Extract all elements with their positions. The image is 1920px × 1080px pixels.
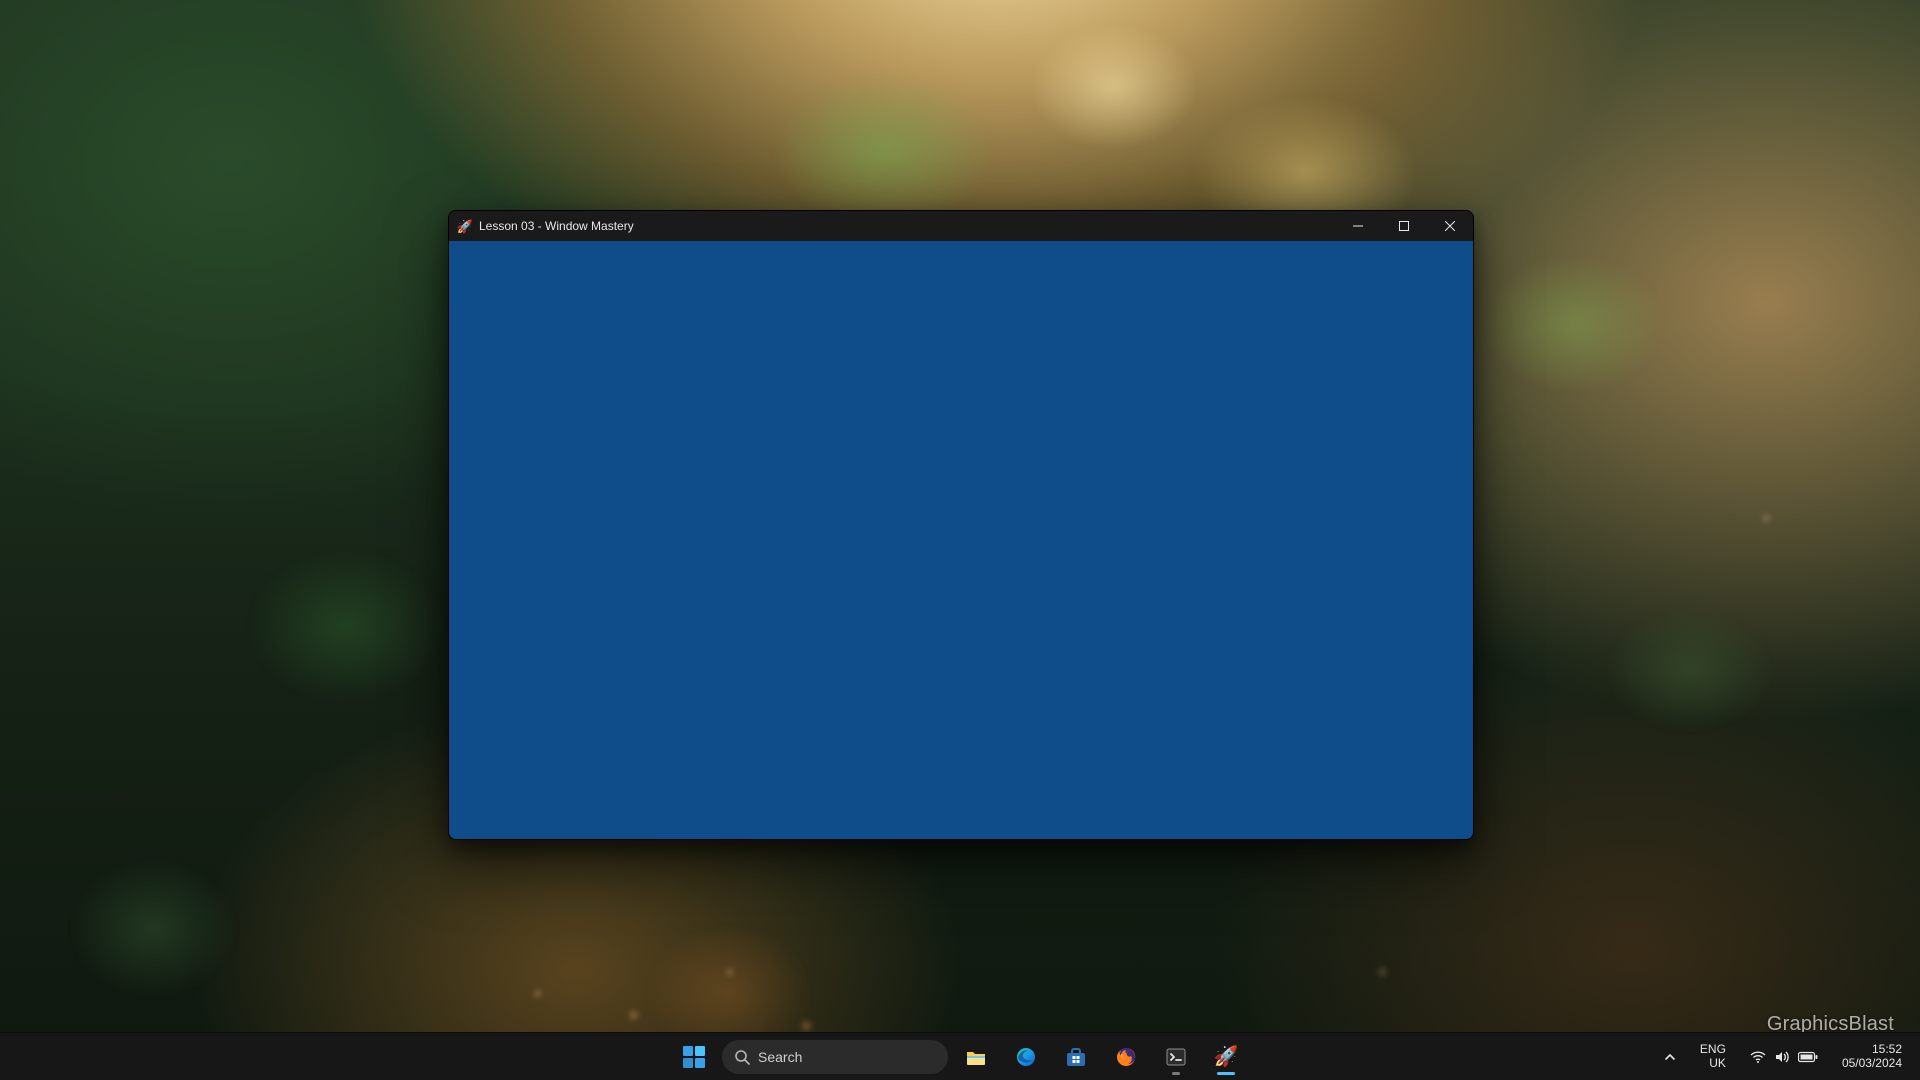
firefox-button[interactable]	[1104, 1037, 1148, 1077]
lesson-app-button[interactable]: 🚀	[1204, 1037, 1248, 1077]
clock-date: 05/03/2024	[1842, 1057, 1902, 1070]
volume-icon	[1774, 1049, 1790, 1065]
client-area	[449, 241, 1473, 839]
edge-button[interactable]	[1004, 1037, 1048, 1077]
tray-overflow-button[interactable]	[1656, 1047, 1684, 1067]
firefox-icon	[1114, 1045, 1138, 1069]
running-indicator	[1172, 1072, 1180, 1075]
chevron-up-icon	[1664, 1051, 1676, 1063]
rocket-icon: 🚀	[457, 218, 473, 234]
file-explorer-icon	[964, 1045, 988, 1069]
quick-settings-button[interactable]	[1742, 1045, 1826, 1069]
minimize-icon	[1353, 221, 1363, 231]
file-explorer-button[interactable]	[954, 1037, 998, 1077]
close-icon	[1445, 221, 1455, 231]
close-button[interactable]	[1427, 211, 1473, 241]
store-icon	[1064, 1045, 1088, 1069]
maximize-button[interactable]	[1381, 211, 1427, 241]
search-input[interactable]: Search	[722, 1040, 948, 1074]
clock-button[interactable]: 15:52 05/03/2024	[1834, 1039, 1910, 1073]
terminal-icon	[1164, 1045, 1188, 1069]
language-primary: ENG	[1700, 1043, 1726, 1056]
active-indicator	[1217, 1072, 1235, 1075]
start-icon	[683, 1046, 705, 1068]
terminal-button[interactable]	[1154, 1037, 1198, 1077]
rocket-icon: 🚀	[1214, 1044, 1239, 1069]
window-title: Lesson 03 - Window Mastery	[479, 219, 634, 233]
search-placeholder: Search	[758, 1049, 802, 1065]
window-controls	[1335, 211, 1473, 241]
store-button[interactable]	[1054, 1037, 1098, 1077]
minimize-button[interactable]	[1335, 211, 1381, 241]
taskbar-center: Search	[672, 1037, 1248, 1077]
maximize-icon	[1399, 221, 1409, 231]
language-button[interactable]: ENG UK	[1692, 1039, 1734, 1073]
start-button[interactable]	[672, 1037, 716, 1077]
edge-icon	[1014, 1045, 1038, 1069]
taskbar[interactable]: Search	[0, 1032, 1920, 1080]
search-icon	[734, 1049, 750, 1065]
battery-icon	[1798, 1051, 1818, 1063]
app-window[interactable]: 🚀 Lesson 03 - Window Mastery	[448, 210, 1474, 840]
system-tray: ENG UK 15:52	[1656, 1033, 1910, 1080]
titlebar[interactable]: 🚀 Lesson 03 - Window Mastery	[449, 211, 1473, 241]
wifi-icon	[1750, 1049, 1766, 1065]
clock-time: 15:52	[1842, 1043, 1902, 1056]
language-secondary: UK	[1700, 1057, 1726, 1070]
